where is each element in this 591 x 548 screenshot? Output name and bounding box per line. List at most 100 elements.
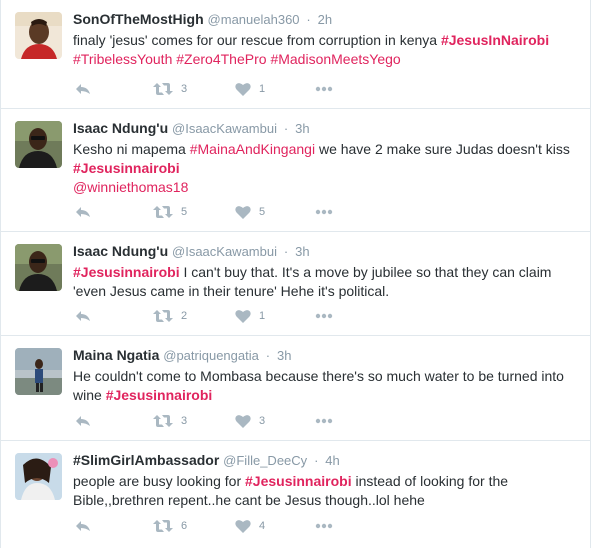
tweet-text: #Jesusinnairobi I can't buy that. It's a… [73, 263, 581, 301]
reply-button[interactable] [75, 79, 91, 99]
separator: · [314, 453, 319, 468]
timestamp[interactable]: 3h [277, 348, 291, 363]
tweet-text-segment: finaly 'jesus' comes for our rescue from… [73, 32, 441, 48]
author-handle[interactable]: @manuelah360 [208, 12, 300, 27]
retweet-button[interactable]: 2 [153, 306, 187, 326]
tweet[interactable]: Isaac Ndung'u @IsaacKawambui · 3h Kesho … [1, 109, 590, 232]
like-button[interactable]: 4 [235, 516, 265, 536]
tweet[interactable]: Maina Ngatia @patriquengatia · 3h He cou… [1, 336, 590, 441]
timestamp[interactable]: 4h [325, 453, 339, 468]
tweet[interactable]: Isaac Ndung'u @IsaacKawambui · 3h #Jesus… [1, 232, 590, 336]
avatar[interactable] [15, 121, 62, 168]
more-button[interactable] [315, 411, 333, 431]
like-count: 1 [259, 83, 266, 95]
more-dots-icon [315, 209, 333, 215]
like-button[interactable]: 1 [235, 306, 265, 326]
more-dots-icon [315, 418, 333, 424]
tweet-text-segment: He couldn't come to Mombasa because ther… [73, 368, 564, 384]
tweet-text-segment: we have 2 make sure Judas doesn't kiss [315, 141, 570, 157]
reply-icon [76, 84, 90, 94]
retweet-count: 3 [181, 83, 188, 95]
author-handle[interactable]: @patriquengatia [163, 348, 259, 363]
retweet-count: 5 [181, 206, 188, 218]
hashtag-link[interactable]: #Jesusinnairobi [106, 387, 213, 403]
tweet-text: people are busy looking for #Jesusinnair… [73, 472, 581, 510]
retweet-icon [153, 83, 173, 95]
tweet-actions: 6 4 [73, 516, 373, 536]
more-button[interactable] [315, 516, 333, 536]
hashtag-link[interactable]: #TribelessYouth [73, 51, 172, 67]
like-button[interactable]: 1 [235, 79, 265, 99]
avatar[interactable] [15, 12, 62, 59]
tweet-text-segment: 'even Jesus came in their tenure' Hehe i… [73, 283, 390, 299]
retweet-button[interactable]: 3 [153, 411, 187, 431]
tweet-actions: 5 5 [73, 202, 373, 222]
like-button[interactable]: 5 [235, 202, 265, 222]
reply-icon [76, 311, 90, 321]
author-handle[interactable]: @Fille_DeeCy [223, 453, 307, 468]
separator: · [283, 121, 289, 136]
hashtag-link[interactable]: #Jesusinnairobi [73, 160, 180, 176]
author-name[interactable]: #SlimGirlAmbassador [73, 452, 219, 468]
author-handle[interactable]: @IsaacKawambui [172, 121, 277, 136]
reply-button[interactable] [75, 306, 91, 326]
heart-icon [235, 415, 251, 428]
author-name[interactable]: SonOfTheMostHigh [73, 11, 204, 27]
like-count: 5 [259, 206, 266, 218]
hashtag-link[interactable]: #MainaAndKingangi [190, 141, 315, 157]
avatar[interactable] [15, 348, 62, 395]
retweet-count: 2 [181, 310, 188, 322]
heart-icon [235, 206, 251, 219]
tweet-text: He couldn't come to Mombasa because ther… [73, 367, 581, 405]
separator: · [265, 348, 271, 363]
like-count: 1 [259, 310, 266, 322]
tweet-text-segment: Bible,,brethren repent..he cant be Jesus… [73, 492, 425, 508]
reply-button[interactable] [75, 202, 91, 222]
tweet-timeline: SonOfTheMostHigh @manuelah360 · 2h final… [0, 0, 591, 548]
retweet-count: 6 [181, 520, 188, 532]
heart-icon [235, 310, 251, 323]
tweet-text-segment: I can't buy that. It's a move by jubilee… [179, 264, 552, 280]
reply-icon [76, 416, 90, 426]
retweet-icon [153, 310, 173, 322]
mention-link[interactable]: @winniethomas18 [73, 179, 188, 195]
retweet-icon [153, 206, 173, 218]
retweet-button[interactable]: 3 [153, 79, 187, 99]
author-name[interactable]: Isaac Ndung'u [73, 120, 168, 136]
hashtag-link[interactable]: #Jesusinnairobi [245, 473, 352, 489]
reply-button[interactable] [75, 516, 91, 536]
author-name[interactable]: Maina Ngatia [73, 347, 159, 363]
retweet-icon [153, 520, 173, 532]
tweet-text-segment: instead of looking for the [351, 473, 509, 489]
tweet-text: finaly 'jesus' comes for our rescue from… [73, 31, 581, 69]
retweet-button[interactable]: 5 [153, 202, 187, 222]
timestamp[interactable]: 3h [295, 244, 309, 259]
hashtag-link[interactable]: #Jesusinnairobi [73, 264, 180, 280]
reply-icon [76, 521, 90, 531]
hashtag-link[interactable]: #MadisonMeetsYego [270, 51, 400, 67]
tweet[interactable]: SonOfTheMostHigh @manuelah360 · 2h final… [1, 0, 590, 109]
timestamp[interactable]: 2h [318, 12, 332, 27]
tweet-actions: 3 3 [73, 411, 373, 431]
author-handle[interactable]: @IsaacKawambui [172, 244, 277, 259]
more-dots-icon [315, 523, 333, 529]
author-name[interactable]: Isaac Ndung'u [73, 243, 168, 259]
tweet-actions: 2 1 [73, 306, 373, 326]
tweet[interactable]: #SlimGirlAmbassador @Fille_DeeCy · 4h pe… [1, 441, 590, 548]
heart-icon [235, 83, 251, 96]
avatar[interactable] [15, 453, 62, 500]
hashtag-link[interactable]: #Zero4ThePro [176, 51, 266, 67]
more-button[interactable] [315, 79, 333, 99]
avatar[interactable] [15, 244, 62, 291]
more-button[interactable] [315, 306, 333, 326]
reply-button[interactable] [75, 411, 91, 431]
retweet-button[interactable]: 6 [153, 516, 187, 536]
tweet-text-segment: wine [73, 387, 106, 403]
more-dots-icon [315, 86, 333, 92]
like-count: 4 [259, 520, 266, 532]
like-button[interactable]: 3 [235, 411, 265, 431]
timestamp[interactable]: 3h [295, 121, 309, 136]
hashtag-link[interactable]: #JesusInNairobi [441, 32, 549, 48]
more-button[interactable] [315, 202, 333, 222]
tweet-text: Kesho ni mapema #MainaAndKingangi we hav… [73, 140, 581, 197]
